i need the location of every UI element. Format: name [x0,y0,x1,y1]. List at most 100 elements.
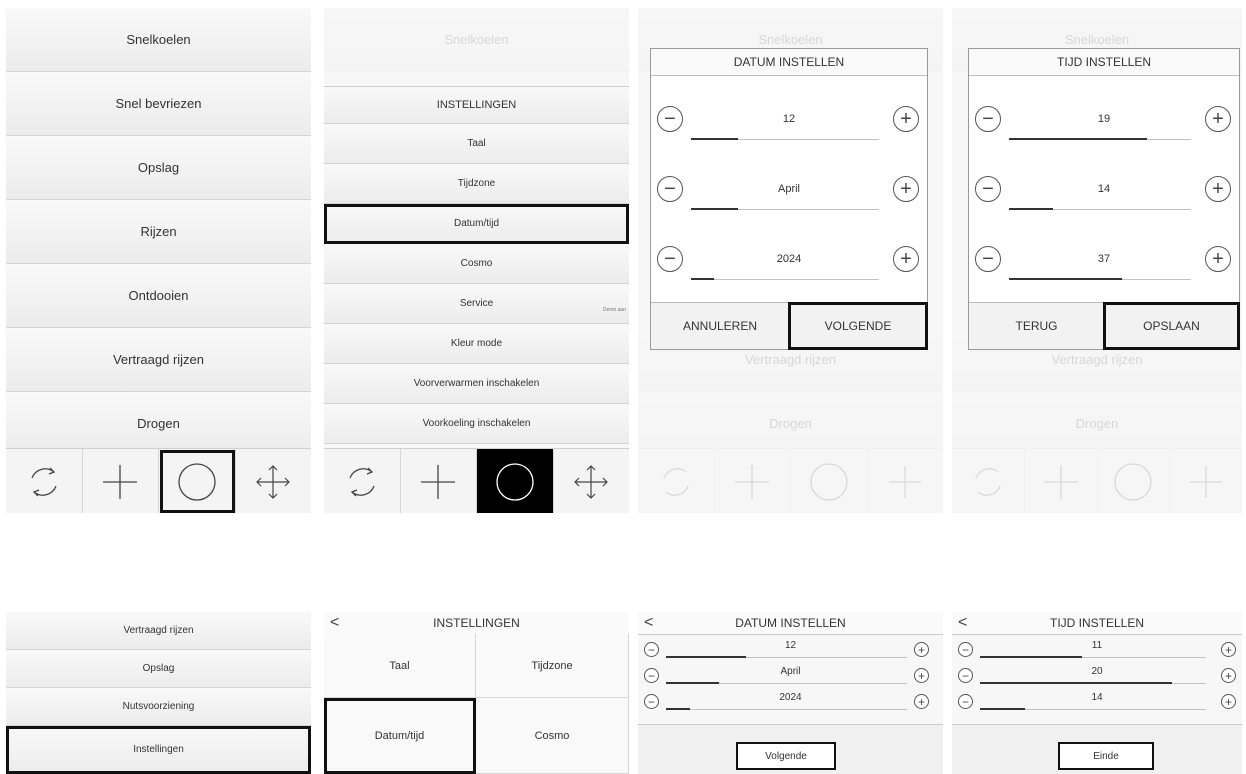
minute-value: 14 [1097,183,1111,195]
menu-item-label: Drogen [137,416,180,431]
menu-item-label: Opslag [142,663,175,674]
plus-icon[interactable]: + [1221,668,1236,683]
refresh-icon[interactable] [324,449,401,513]
settings-item-datum-tijd[interactable]: Datum/tijd [324,204,629,244]
plus-icon[interactable] [401,449,477,513]
slider-fill [666,708,690,710]
save-button[interactable]: OPSLAAN [1103,302,1240,350]
screen-1-program-menu: Snelkoelen Snel bevriezen Opslag Rijzen … [6,8,311,513]
grid-cell-datum-tijd[interactable]: Datum/tijd [324,698,476,774]
minus-icon[interactable]: − [644,642,659,657]
menu-item-label: Rijzen [140,224,177,239]
settings-item-label: Service [459,298,494,309]
next-button[interactable]: VOLGENDE [788,302,928,350]
plus-icon[interactable] [83,449,159,513]
minute-stepper: − 14 + [969,159,1239,219]
refresh-icon [952,449,1025,513]
navbar: < TIJD INSTELLEN [952,612,1242,635]
circle-icon [1098,449,1171,513]
settings-item-label: Voorkoeling inschakelen [422,418,531,429]
settings-item-kleur-mode[interactable]: Kleur mode [324,324,629,364]
menu-item-drogen[interactable]: Drogen [6,392,311,456]
slider-fill [1009,208,1053,210]
menu-item-instellingen[interactable]: Instellingen [6,726,311,774]
slider-fill [666,656,746,658]
slider-fill [1009,138,1147,140]
settings-item-taal[interactable]: Taal [324,124,629,164]
screen-3-date-dialog: Snelkoelen Vertraagd rijzen Drogen DATUM… [638,8,943,513]
minus-icon[interactable]: − [975,176,1001,202]
plus-icon[interactable]: + [1221,642,1236,657]
bottom-toolbar [324,448,629,513]
menu-item-snel-bevriezen[interactable]: Snel bevriezen [6,72,311,136]
settings-item-tijdzone[interactable]: Tijdzone [324,164,629,204]
year-value: 2024 [776,253,802,265]
cell-label: Tijdzone [531,659,573,672]
slider-fill [691,278,714,280]
screen-6-settings-grid: < INSTELLINGEN Taal Tijdzone Datum/tijd … [324,612,629,774]
bg-item: Drogen [952,392,1242,456]
second-value: 14 [1091,692,1103,703]
circle-icon[interactable] [159,449,236,513]
back-chevron-icon[interactable]: < [958,614,967,632]
plus-icon[interactable]: + [914,694,929,709]
cell-label: Cosmo [534,729,570,742]
menu-item-vertraagd-rijzen[interactable]: Vertraagd rijzen [6,612,311,650]
slider-track [666,709,907,710]
plus-icon[interactable]: + [1205,246,1231,272]
next-button[interactable]: Volgende [736,742,836,770]
circle-icon[interactable] [477,449,554,513]
plus-icon[interactable]: + [893,106,919,132]
grid-cell-cosmo[interactable]: Cosmo [476,698,629,774]
menu-item-nutsvoorziening[interactable]: Nutsvoorziening [6,688,311,726]
cell-label: Taal [389,659,410,672]
settings-item-label: Datum/tijd [453,218,499,229]
plus-icon[interactable]: + [1205,106,1231,132]
settings-item-voorkoeling[interactable]: Voorkoeling inschakelen [324,404,629,444]
plus-icon[interactable]: + [893,246,919,272]
dialog-buttons: TERUG OPSLAAN [969,302,1240,350]
minus-icon[interactable]: − [657,106,683,132]
back-chevron-icon[interactable]: < [330,614,339,632]
menu-item-label: Snelkoelen [126,32,191,47]
day-value: 12 [784,640,797,651]
minus-icon[interactable]: − [644,668,659,683]
grid-cell-tijdzone[interactable]: Tijdzone [476,634,629,698]
settings-item-label: Tijdzone [457,178,496,189]
menu-item-vertraagd-rijzen[interactable]: Vertraagd rijzen [6,328,311,392]
minus-icon[interactable]: − [975,106,1001,132]
menu-item-opslag[interactable]: Opslag [6,650,311,688]
minus-icon[interactable]: − [657,176,683,202]
back-chevron-icon[interactable]: < [644,614,653,632]
move-icon[interactable] [554,449,630,513]
plus-icon[interactable]: + [914,642,929,657]
dialog-buttons: ANNULEREN VOLGENDE [651,302,928,350]
move-icon[interactable] [236,449,312,513]
settings-item-voorverwarmen[interactable]: Voorverwarmen inschakelen [324,364,629,404]
cancel-button[interactable]: ANNULEREN [651,303,789,349]
plus-icon[interactable]: + [914,668,929,683]
minus-icon[interactable]: − [958,668,973,683]
minus-icon[interactable]: − [657,246,683,272]
screen-7-date-compact: < DATUM INSTELLEN − 12 + − April + − 202… [638,612,943,774]
menu-item-ontdooien[interactable]: Ontdooien [6,264,311,328]
menu-item-rijzen[interactable]: Rijzen [6,200,311,264]
plus-icon[interactable]: + [1205,176,1231,202]
bg-item-label: Vertraagd rijzen [1051,352,1143,367]
screen-5-menu-small: Vertraagd rijzen Opslag Nutsvoorziening … [6,612,311,774]
plus-icon[interactable]: + [1221,694,1236,709]
finish-button[interactable]: Einde [1058,742,1154,770]
menu-item-snelkoelen[interactable]: Snelkoelen [6,8,311,72]
menu-item-opslag[interactable]: Opslag [6,136,311,200]
minus-icon[interactable]: − [958,694,973,709]
minus-icon[interactable]: − [975,246,1001,272]
minus-icon[interactable]: − [644,694,659,709]
settings-item-cosmo[interactable]: Cosmo [324,244,629,284]
settings-item-service[interactable]: Service Demo aan [324,284,629,324]
grid-cell-taal[interactable]: Taal [324,634,476,698]
minus-icon[interactable]: − [958,642,973,657]
move-icon [1170,449,1242,513]
refresh-icon[interactable] [6,449,83,513]
back-button[interactable]: TERUG [969,303,1104,349]
plus-icon[interactable]: + [893,176,919,202]
